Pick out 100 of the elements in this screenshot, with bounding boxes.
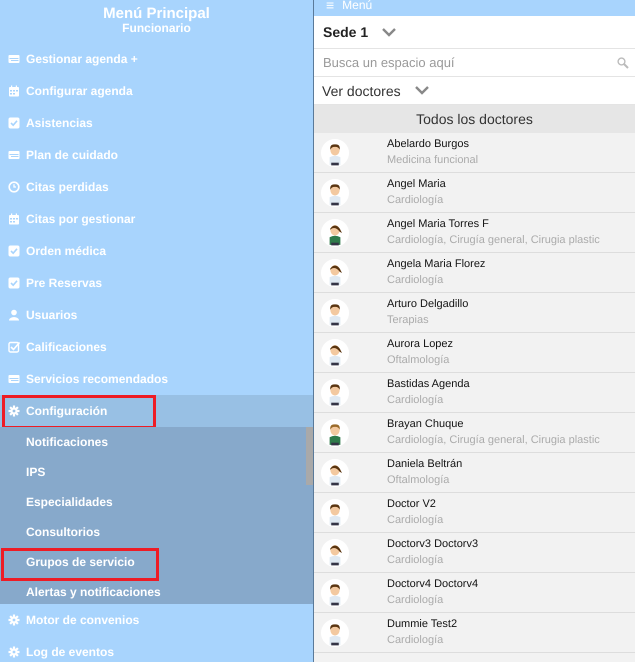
doctor-name: Doctorv4 Doctorv4 bbox=[387, 577, 478, 592]
menu-item[interactable]: Log de eventos bbox=[0, 636, 313, 662]
doctor-avatar-icon bbox=[321, 178, 349, 206]
doctor-specialty: Cardiología bbox=[387, 513, 444, 528]
submenu-item[interactable]: Consultorios bbox=[0, 517, 305, 547]
view-select[interactable]: Ver doctores bbox=[314, 77, 635, 105]
calendar-icon bbox=[8, 213, 20, 225]
doctor-list-item[interactable]: Brayan Chuque Cardiología, Cirugía general, Cirugia plastic bbox=[314, 413, 635, 453]
search-icon bbox=[617, 57, 629, 69]
doctor-specialty: Cardiología bbox=[387, 633, 444, 648]
doctor-specialty: Cardiología, Cirugía general, Cirugia plastic bbox=[387, 433, 600, 448]
doctor-list-item[interactable]: Daniela Beltrán Oftalmología bbox=[314, 453, 635, 493]
checkbox-icon bbox=[8, 341, 20, 353]
menu-item[interactable]: Citas por gestionar bbox=[0, 203, 313, 235]
doctor-name: Doctor V2 bbox=[387, 497, 437, 512]
gear-icon bbox=[8, 405, 20, 417]
menu-item[interactable]: Calificaciones bbox=[0, 331, 313, 363]
doctor-specialty: Cardiología bbox=[387, 393, 444, 408]
menu-item-label: Citas perdidas bbox=[26, 180, 109, 194]
menu-item-label: Citas por gestionar bbox=[26, 212, 136, 226]
doctor-specialty: Cardiología bbox=[387, 193, 444, 208]
menu-item[interactable]: Plan de cuidado bbox=[0, 139, 313, 171]
menu-icon[interactable]: ≡ bbox=[326, 0, 334, 13]
menu-item[interactable]: Configuración bbox=[0, 395, 313, 427]
doctor-list-item[interactable]: Angela Maria Florez Cardiología bbox=[314, 253, 635, 293]
calendar-icon bbox=[8, 85, 20, 97]
doctor-specialty: Oftalmología bbox=[387, 473, 450, 488]
menu-item[interactable]: Servicios recomendados bbox=[0, 363, 313, 395]
menu-item[interactable]: Citas perdidas bbox=[0, 171, 313, 203]
doctor-avatar-icon bbox=[321, 498, 349, 526]
doctor-list-item[interactable]: Aurora Lopez Oftalmología bbox=[314, 333, 635, 373]
checkbox-icon bbox=[8, 117, 20, 129]
menu-item[interactable]: Pre Reservas bbox=[0, 267, 313, 299]
menu-item-label: Pre Reservas bbox=[26, 276, 102, 290]
doctor-list-item[interactable]: Angel Maria Cardiología bbox=[314, 173, 635, 213]
doctor-list-item[interactable]: Doctor V2 Cardiología bbox=[314, 493, 635, 533]
menu-item-label: Asistencias bbox=[26, 116, 93, 130]
submenu-item[interactable]: Especialidades bbox=[0, 487, 305, 517]
menu-title: Menú Principal bbox=[102, 5, 211, 22]
site-select[interactable]: Sede 1 bbox=[314, 16, 635, 49]
doctor-avatar-icon bbox=[321, 418, 349, 446]
doctor-list-item[interactable]: Angel Maria Torres F Cardiología, Cirugía general, Cirugia plastic bbox=[314, 213, 635, 253]
doctor-list-item[interactable]: Doctorv3 Doctorv3 Cardiología bbox=[314, 533, 635, 573]
menu-item-label: Configurar agenda bbox=[26, 84, 133, 98]
doctor-name: Arturo Delgadillo bbox=[387, 297, 468, 312]
doctor-specialty: Cardiología bbox=[387, 553, 444, 568]
list-heading: Todos los doctores bbox=[314, 105, 635, 133]
menu-item[interactable]: Motor de convenios bbox=[0, 604, 313, 636]
submenu-item-label: Alertas y notificaciones bbox=[26, 585, 161, 599]
doctor-name: Abelardo Burgos bbox=[387, 137, 470, 152]
doctor-avatar-icon bbox=[321, 378, 349, 406]
doctor-name: Angela Maria Florez bbox=[387, 257, 486, 272]
doctor-list-item[interactable]: Abelardo Burgos Medicina funcional bbox=[314, 133, 635, 173]
user-icon bbox=[8, 309, 20, 321]
menu-label[interactable]: Menú bbox=[342, 0, 372, 12]
menu-item-label: Log de eventos bbox=[26, 645, 114, 659]
doctor-name: Bastidas Agenda bbox=[387, 377, 470, 392]
doctor-specialty: Cardiología bbox=[387, 593, 444, 608]
submenu-item-label: Notificaciones bbox=[26, 435, 108, 449]
doctor-specialty: Cardiología bbox=[387, 273, 444, 288]
doctor-specialty: Terapias bbox=[387, 313, 430, 328]
menu-item[interactable]: Usuarios bbox=[0, 299, 313, 331]
doctor-name: Aurora Lopez bbox=[387, 337, 454, 352]
doctor-avatar-icon bbox=[321, 338, 349, 366]
doctor-avatar-icon bbox=[321, 138, 349, 166]
menu-item[interactable]: Configurar agenda bbox=[0, 75, 313, 107]
chevron-icon bbox=[414, 86, 429, 95]
search-field[interactable]: Busca un espacio aquí bbox=[314, 49, 635, 77]
doctor-avatar-icon bbox=[321, 618, 349, 646]
menu-item-label: Calificaciones bbox=[26, 340, 107, 354]
doctor-name: Dummie Test2 bbox=[387, 617, 458, 632]
menu-item[interactable]: Orden médica bbox=[0, 235, 313, 267]
submenu-item-label: IPS bbox=[26, 465, 46, 479]
card-icon bbox=[8, 149, 20, 161]
doctor-list-item[interactable]: Bastidas Agenda Cardiología bbox=[314, 373, 635, 413]
doctor-list-item[interactable]: Doctorv4 Doctorv4 Cardiología bbox=[314, 573, 635, 613]
doctor-avatar-icon bbox=[321, 578, 349, 606]
submenu-item[interactable]: Notificaciones bbox=[0, 427, 305, 457]
checkbox-icon bbox=[8, 277, 20, 289]
menu-subtitle: Funcionario bbox=[121, 22, 191, 35]
gear-icon bbox=[8, 646, 20, 658]
gear-icon bbox=[8, 614, 20, 626]
doctor-list-item[interactable]: Dummie Test2 Cardiología bbox=[314, 613, 635, 653]
doctor-name: Angel Maria bbox=[387, 177, 446, 192]
doctor-list-item[interactable]: Arturo Delgadillo Terapias bbox=[314, 293, 635, 333]
menu-item-label: Motor de convenios bbox=[26, 613, 140, 627]
doctor-avatar-icon bbox=[321, 458, 349, 486]
submenu-item-label: Especialidades bbox=[26, 495, 113, 509]
doctor-name: Angel Maria Torres F bbox=[387, 217, 490, 232]
submenu-item[interactable]: IPS bbox=[0, 457, 305, 487]
menu-item[interactable]: Gestionar agenda + bbox=[0, 43, 313, 75]
menu-item-label: Usuarios bbox=[26, 308, 78, 322]
menu-item-label: Configuración bbox=[26, 404, 108, 418]
doctor-avatar-icon bbox=[321, 298, 349, 326]
menu-item[interactable]: Asistencias bbox=[0, 107, 313, 139]
card-icon bbox=[8, 373, 20, 385]
scrollbar-thumb[interactable] bbox=[306, 427, 313, 485]
submenu-item[interactable]: Grupos de servicio bbox=[0, 547, 305, 577]
submenu-item[interactable]: Alertas y notificaciones bbox=[0, 577, 305, 604]
checkbox-icon bbox=[8, 245, 20, 257]
